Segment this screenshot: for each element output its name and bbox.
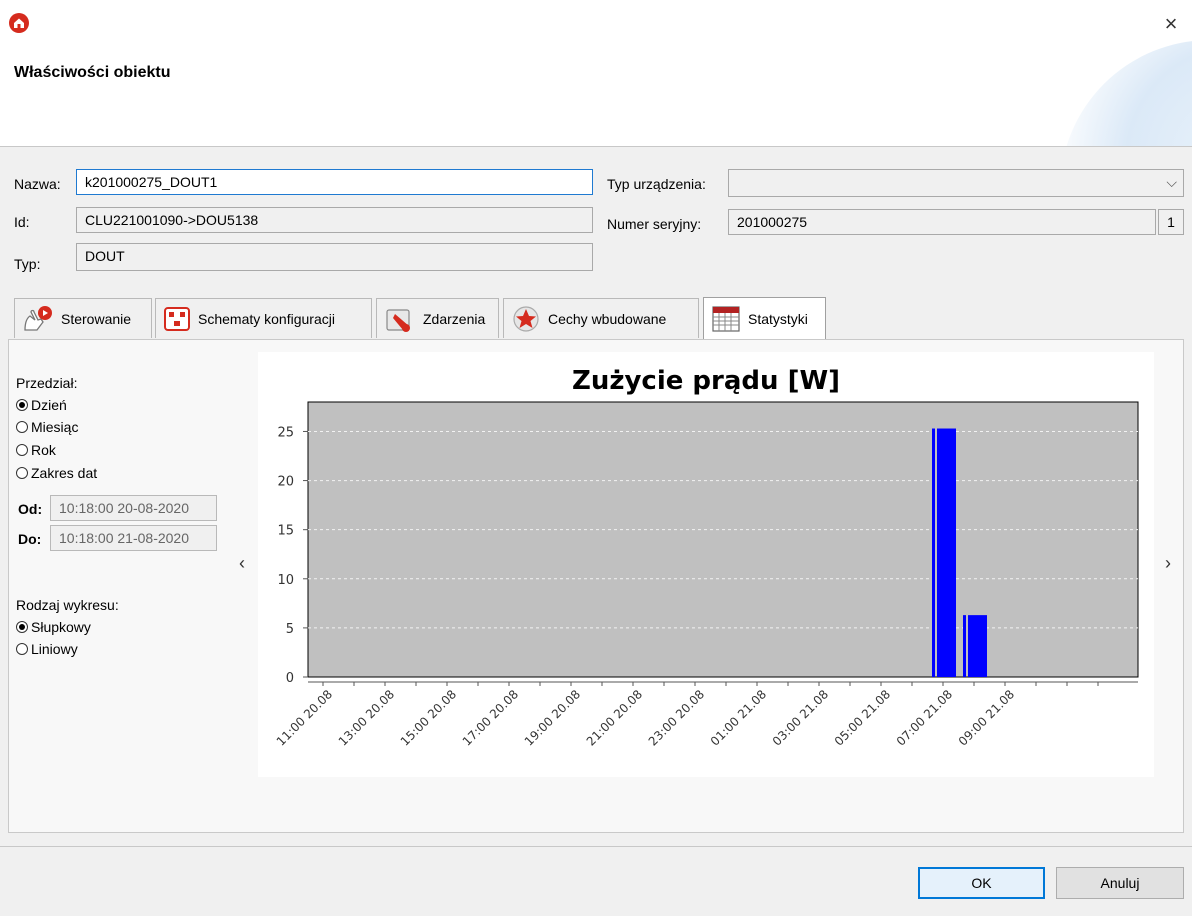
cancel-button[interactable]: Anuluj — [1056, 867, 1184, 899]
close-button[interactable]: × — [1156, 10, 1186, 38]
x-tick-label: 13:00 20.08 — [336, 687, 397, 748]
y-tick-label: 0 — [286, 671, 294, 686]
plot-background — [307, 401, 1139, 678]
radio-label: Zakres dat — [31, 465, 98, 481]
serial-label: Numer seryjny: — [607, 216, 702, 232]
range-option-day[interactable]: Dzień — [16, 397, 67, 413]
radio-icon — [16, 444, 28, 456]
tab-statystyki[interactable]: Statystyki — [703, 297, 826, 339]
prev-period-button[interactable]: ‹ — [232, 553, 252, 574]
x-tick-label: 07:00 21.08 — [894, 687, 955, 748]
chart-kind-line[interactable]: Liniowy — [16, 641, 78, 657]
tab-label: Zdarzenia — [423, 310, 486, 327]
chart-title: Zużycie prądu [W] — [572, 366, 840, 396]
serial-field: 201000275 — [728, 209, 1156, 235]
x-tick-label: 05:00 21.08 — [832, 687, 893, 748]
radio-icon — [16, 643, 28, 655]
range-option-year[interactable]: Rok — [16, 442, 56, 458]
tab-schematy[interactable]: Schematy konfiguracji — [155, 298, 372, 338]
tab-cechy-wbudowane[interactable]: Cechy wbudowane — [503, 298, 699, 338]
tab-sterowanie[interactable]: Sterowanie — [14, 298, 152, 338]
chart-kind-bar[interactable]: Słupkowy — [16, 619, 91, 635]
next-period-button[interactable]: › — [1158, 553, 1178, 574]
device-type-select[interactable]: ⌵ — [728, 169, 1184, 197]
bar — [937, 428, 956, 677]
radio-label: Słupkowy — [31, 619, 91, 635]
name-label: Nazwa: — [14, 176, 61, 192]
bar — [968, 615, 987, 677]
x-tick-label: 15:00 20.08 — [398, 687, 459, 748]
from-label: Od: — [18, 501, 43, 517]
x-tick-label: 01:00 21.08 — [708, 687, 769, 748]
tab-zdarzenia[interactable]: Zdarzenia — [376, 298, 499, 338]
radio-label: Miesiąc — [31, 419, 79, 435]
dialog-header: Właściwości obiektu × — [0, 0, 1192, 147]
bar-edge — [932, 428, 935, 677]
events-icon — [386, 308, 410, 332]
dialog-title: Właściwości obiektu — [14, 64, 171, 81]
header-decoration — [1060, 40, 1192, 146]
ok-button[interactable]: OK — [918, 867, 1045, 899]
x-tick-label: 09:00 21.08 — [956, 687, 1017, 748]
radio-label: Dzień — [31, 397, 67, 413]
consumption-chart: Zużycie prądu [W] 051015202511:00 20.08 1… — [274, 366, 1139, 749]
tab-label: Statystyki — [748, 310, 808, 327]
type-field: DOUT — [76, 243, 593, 271]
radio-label: Rok — [31, 442, 56, 458]
x-tick-label: 11:00 20.08 — [274, 687, 335, 748]
id-label: Id: — [14, 214, 30, 230]
name-input[interactable]: k201000275_DOUT1 — [76, 169, 593, 195]
device-type-label: Typ urządzenia: — [607, 176, 706, 192]
y-tick-label: 5 — [286, 622, 294, 637]
tab-label: Cechy wbudowane — [548, 310, 667, 327]
x-tick-label: 21:00 20.08 — [584, 687, 645, 748]
radio-icon — [16, 421, 28, 433]
x-tick-label: 17:00 20.08 — [460, 687, 521, 748]
star-icon — [513, 305, 539, 332]
chart-container: Zużycie prądu [W] 0 5 10 15 20 25 11:00 20.08 1… — [258, 352, 1154, 777]
schema-icon — [164, 306, 190, 331]
radio-label: Liniowy — [31, 641, 78, 657]
radio-icon — [16, 467, 28, 479]
x-tick-label: 19:00 20.08 — [522, 687, 583, 748]
y-tick-label: 10 — [277, 573, 294, 588]
range-label: Przedział: — [16, 375, 78, 391]
calendar-grid-icon — [712, 305, 740, 332]
hand-touch-icon — [24, 305, 52, 331]
bar-edge — [963, 615, 966, 677]
id-field: CLU221001090->DOU5138 — [76, 207, 593, 233]
range-option-month[interactable]: Miesiąc — [16, 419, 78, 435]
type-label: Typ: — [14, 256, 41, 272]
y-tick-label: 20 — [277, 475, 294, 490]
serial-suffix: 1 — [1158, 209, 1184, 235]
x-tick-label: 23:00 20.08 — [646, 687, 707, 748]
radio-icon — [16, 399, 28, 411]
range-option-date-range[interactable]: Zakres dat — [16, 465, 97, 481]
chevron-down-icon: ⌵ — [1166, 174, 1177, 190]
to-label: Do: — [18, 531, 42, 547]
from-date-input[interactable]: 10:18:00 20-08-2020 — [50, 495, 217, 521]
chart-kind-label: Rodzaj wykresu: — [16, 597, 119, 613]
y-tick-label: 15 — [277, 524, 294, 539]
tab-label: Schematy konfiguracji — [198, 310, 335, 327]
tab-label: Sterowanie — [61, 310, 132, 327]
radio-icon — [16, 621, 28, 633]
y-tick-label: 25 — [277, 425, 294, 440]
x-tick-label: 03:00 21.08 — [770, 687, 831, 748]
to-date-input[interactable]: 10:18:00 21-08-2020 — [50, 525, 217, 551]
app-logo-icon — [8, 12, 32, 36]
